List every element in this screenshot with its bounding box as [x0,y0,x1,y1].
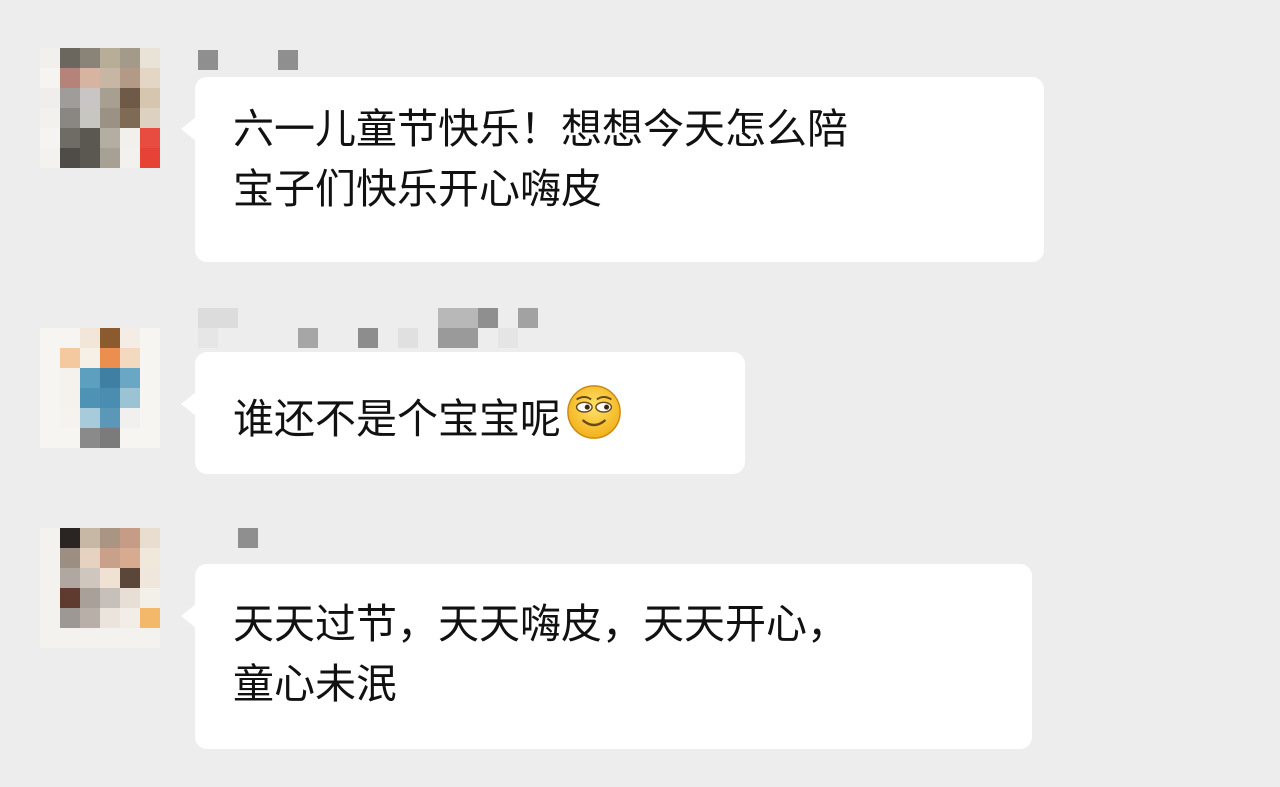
message-text: 童心未泯 [233,660,397,708]
avatar[interactable] [40,528,160,648]
chat-message: 天天过节，天天嗨皮，天天开心， 童心未泯 [0,0,1280,787]
message-text: 天天过节，天天嗨皮，天天开心， [233,600,848,648]
message-bubble[interactable]: 天天过节，天天嗨皮，天天开心， 童心未泯 [181,564,1032,749]
